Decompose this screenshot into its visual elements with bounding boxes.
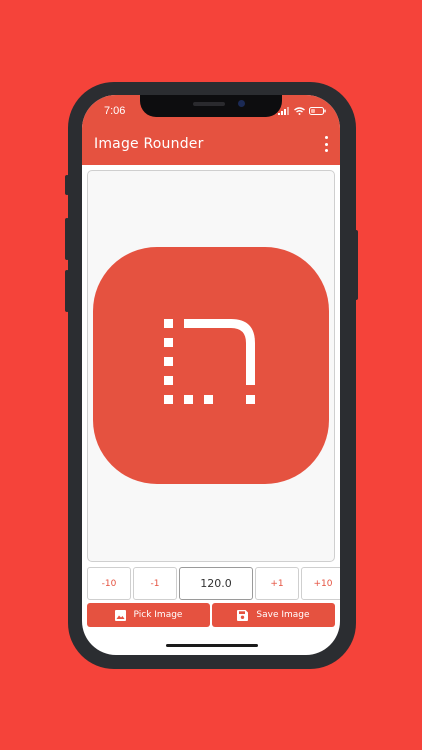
status-time: 7:06 — [104, 105, 126, 117]
decrease-1-button[interactable]: -1 — [133, 567, 177, 600]
rounded-image — [93, 247, 329, 484]
image-preview — [87, 170, 335, 562]
save-icon — [237, 609, 249, 621]
save-image-button[interactable]: Save Image — [212, 603, 335, 627]
speaker — [193, 102, 225, 106]
app-title: Image Rounder — [94, 136, 204, 152]
increase-10-button[interactable]: +10 — [301, 567, 340, 600]
battery-icon — [309, 107, 326, 115]
radius-value-field[interactable]: 120.0 — [179, 567, 253, 600]
save-image-label: Save Image — [256, 610, 310, 620]
increase-1-button[interactable]: +1 — [255, 567, 299, 600]
phone-button-power — [354, 230, 358, 300]
phone-button-volume-up — [65, 218, 69, 260]
pick-image-button[interactable]: Pick Image — [87, 603, 210, 627]
app-screen: 7:06 Image Rounder -10 -1 120.0 +1 +10 P… — [82, 95, 340, 655]
notch — [140, 95, 282, 117]
decrease-10-button[interactable]: -10 — [87, 567, 131, 600]
home-indicator[interactable] — [166, 644, 258, 647]
radius-controls: -10 -1 120.0 +1 +10 — [87, 567, 340, 600]
wifi-icon — [294, 107, 305, 115]
status-icons — [278, 107, 326, 115]
phone-button-volume-down — [65, 270, 69, 312]
phone-button-mute — [65, 175, 69, 195]
pick-image-label: Pick Image — [133, 610, 183, 620]
more-vert-icon[interactable] — [322, 136, 330, 152]
front-camera — [238, 100, 245, 107]
image-icon — [114, 609, 126, 621]
action-buttons: Pick Image Save Image — [87, 603, 335, 627]
rounded-corner-icon — [164, 319, 255, 404]
